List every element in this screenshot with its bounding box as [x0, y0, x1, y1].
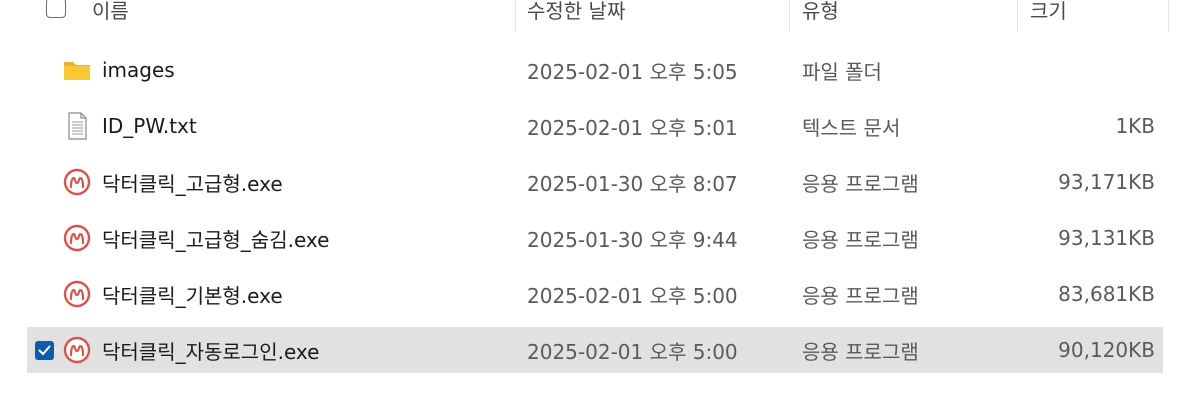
row-checkbox-checked[interactable]	[35, 341, 54, 360]
header-type[interactable]: 유형	[802, 0, 839, 32]
file-date: 2025-01-30 오후 8:07	[527, 171, 738, 196]
file-name[interactable]: 닥터클릭_자동로그인.exe	[102, 327, 319, 373]
file-name[interactable]: images	[102, 47, 175, 93]
app-icon	[63, 224, 91, 252]
file-row-exe-selected[interactable]: 닥터클릭_자동로그인.exe 2025-02-01 오후 5:00 응용 프로그…	[27, 327, 1163, 373]
file-date: 2025-02-01 오후 5:00	[527, 283, 738, 308]
column-divider[interactable]	[1017, 0, 1018, 32]
app-icon	[63, 336, 91, 364]
select-all-checkbox[interactable]	[46, 0, 66, 18]
file-row-exe[interactable]: 닥터클릭_고급형_숨김.exe 2025-01-30 오후 9:44 응용 프로…	[27, 215, 1163, 261]
file-size: 93,131KB	[1058, 226, 1155, 250]
column-header: 이름 수정한 날짜 유형 크기	[0, 0, 1198, 32]
file-type: 응용 프로그램	[802, 227, 919, 252]
file-name[interactable]: 닥터클릭_기본형.exe	[102, 271, 283, 317]
file-list-view: 이름 수정한 날짜 유형 크기 images 2025-02-01 오후 5:0…	[0, 0, 1198, 394]
file-date: 2025-02-01 오후 5:00	[527, 339, 738, 364]
file-name[interactable]: ID_PW.txt	[102, 103, 197, 149]
header-size[interactable]: 크기	[1030, 0, 1067, 32]
file-type: 응용 프로그램	[802, 171, 919, 196]
column-divider[interactable]	[515, 0, 516, 32]
file-row-exe[interactable]: 닥터클릭_고급형.exe 2025-01-30 오후 8:07 응용 프로그램 …	[27, 159, 1163, 205]
file-row-id-pw-txt[interactable]: ID_PW.txt 2025-02-01 오후 5:01 텍스트 문서 1KB	[27, 103, 1163, 149]
file-size: 93,171KB	[1058, 170, 1155, 194]
column-divider[interactable]	[1168, 0, 1169, 32]
file-name[interactable]: 닥터클릭_고급형_숨김.exe	[102, 215, 329, 261]
file-size: 90,120KB	[1058, 338, 1155, 362]
file-row-exe[interactable]: 닥터클릭_기본형.exe 2025-02-01 오후 5:00 응용 프로그램 …	[27, 271, 1163, 317]
file-type: 응용 프로그램	[802, 339, 919, 364]
folder-icon	[64, 62, 90, 80]
file-type: 응용 프로그램	[802, 283, 919, 308]
header-date-modified[interactable]: 수정한 날짜	[527, 0, 625, 32]
file-size: 1KB	[1115, 114, 1155, 138]
file-type: 텍스트 문서	[802, 115, 901, 140]
file-date: 2025-01-30 오후 9:44	[527, 227, 738, 252]
file-type: 파일 폴더	[802, 59, 882, 84]
file-date: 2025-02-01 오후 5:01	[527, 115, 738, 140]
file-name[interactable]: 닥터클릭_고급형.exe	[102, 159, 283, 205]
column-divider[interactable]	[789, 0, 790, 32]
check-icon	[38, 345, 51, 355]
app-icon	[63, 280, 91, 308]
text-document-icon	[68, 112, 87, 140]
file-date: 2025-02-01 오후 5:05	[527, 59, 738, 84]
app-icon	[63, 168, 91, 196]
file-row-images[interactable]: images 2025-02-01 오후 5:05 파일 폴더	[27, 47, 1163, 93]
header-name[interactable]: 이름	[92, 0, 129, 32]
file-size: 83,681KB	[1058, 282, 1155, 306]
